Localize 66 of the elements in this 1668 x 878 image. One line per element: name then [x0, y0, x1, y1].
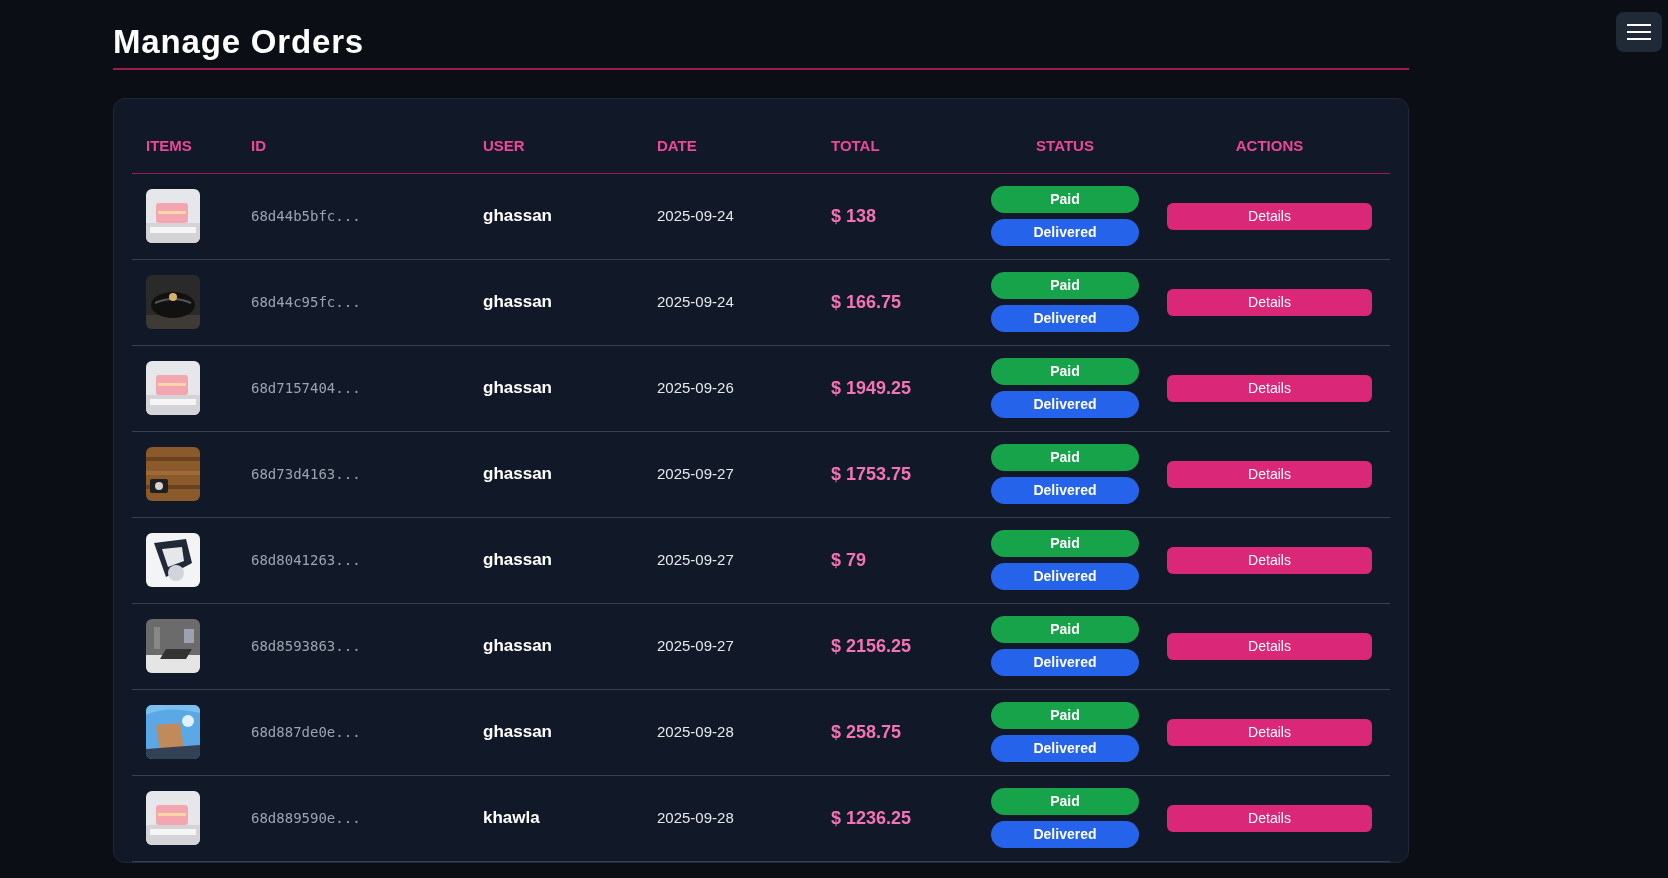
menu-icon	[1626, 23, 1652, 41]
payment-badge: Paid	[991, 788, 1139, 815]
order-date: 2025-09-28	[657, 809, 734, 826]
order-total: $ 1236.25	[831, 807, 912, 828]
user-name: ghassan	[483, 722, 552, 742]
order-total: $ 258.75	[831, 721, 902, 742]
payment-badge: Paid	[991, 358, 1139, 385]
order-id: 68d8041263...	[251, 552, 361, 568]
order-id: 68d7157404...	[251, 380, 361, 396]
order-date: 2025-09-28	[657, 723, 734, 740]
order-date: 2025-09-27	[657, 637, 734, 654]
delivery-badge: Delivered	[991, 477, 1139, 504]
details-button[interactable]: Details	[1167, 718, 1372, 746]
user-name: ghassan	[483, 550, 552, 570]
order-id: 68d8593863...	[251, 638, 361, 654]
column-header: ID	[251, 136, 266, 154]
column-header: ACTIONS	[1235, 136, 1304, 154]
page-title: Manage Orders	[113, 22, 365, 62]
details-button[interactable]: Details	[1167, 804, 1372, 832]
user-name: ghassan	[483, 292, 552, 312]
delivery-badge: Delivered	[991, 305, 1139, 332]
order-total: $ 166.75	[831, 291, 902, 312]
order-total: $ 138	[831, 205, 877, 226]
order-date: 2025-09-27	[657, 465, 734, 482]
order-total: $ 1753.75	[831, 463, 912, 484]
delivery-badge: Delivered	[991, 563, 1139, 590]
delivery-badge: Delivered	[991, 391, 1139, 418]
payment-badge: Paid	[991, 702, 1139, 729]
details-button[interactable]: Details	[1167, 546, 1372, 574]
order-id: 68d73d4163...	[251, 466, 361, 482]
column-header: TOTAL	[831, 136, 880, 154]
order-id: 68d887de0e...	[251, 724, 361, 740]
payment-badge: Paid	[991, 272, 1139, 299]
order-date: 2025-09-24	[657, 207, 734, 224]
menu-button[interactable]	[1616, 12, 1662, 52]
order-date: 2025-09-27	[657, 551, 734, 568]
details-button[interactable]: Details	[1167, 460, 1372, 488]
order-id: 68d44c95fc...	[251, 294, 361, 310]
order-total: $ 1949.25	[831, 377, 912, 398]
user-name: ghassan	[483, 636, 552, 656]
payment-badge: Paid	[991, 186, 1139, 213]
user-name: ghassan	[483, 464, 552, 484]
delivery-badge: Delivered	[991, 735, 1139, 762]
details-button[interactable]: Details	[1167, 202, 1372, 230]
order-date: 2025-09-24	[657, 293, 734, 310]
column-header: ITEMS	[146, 136, 192, 154]
payment-badge: Paid	[991, 530, 1139, 557]
order-total: $ 2156.25	[831, 635, 912, 656]
user-name: ghassan	[483, 206, 552, 226]
delivery-badge: Delivered	[991, 821, 1139, 848]
details-button[interactable]: Details	[1167, 374, 1372, 402]
user-name: ghassan	[483, 378, 552, 398]
column-header: USER	[483, 136, 525, 154]
delivery-badge: Delivered	[991, 219, 1139, 246]
payment-badge: Paid	[991, 444, 1139, 471]
details-button[interactable]: Details	[1167, 632, 1372, 660]
user-name: khawla	[483, 808, 540, 828]
delivery-badge: Delivered	[991, 649, 1139, 676]
column-header: DATE	[657, 136, 697, 154]
column-header: STATUS	[1036, 136, 1094, 154]
order-date: 2025-09-26	[657, 379, 734, 396]
payment-badge: Paid	[991, 616, 1139, 643]
order-id: 68d889590e...	[251, 810, 361, 826]
order-id: 68d44b5bfc...	[251, 208, 361, 224]
details-button[interactable]: Details	[1167, 288, 1372, 316]
order-total: $ 79	[831, 549, 867, 570]
